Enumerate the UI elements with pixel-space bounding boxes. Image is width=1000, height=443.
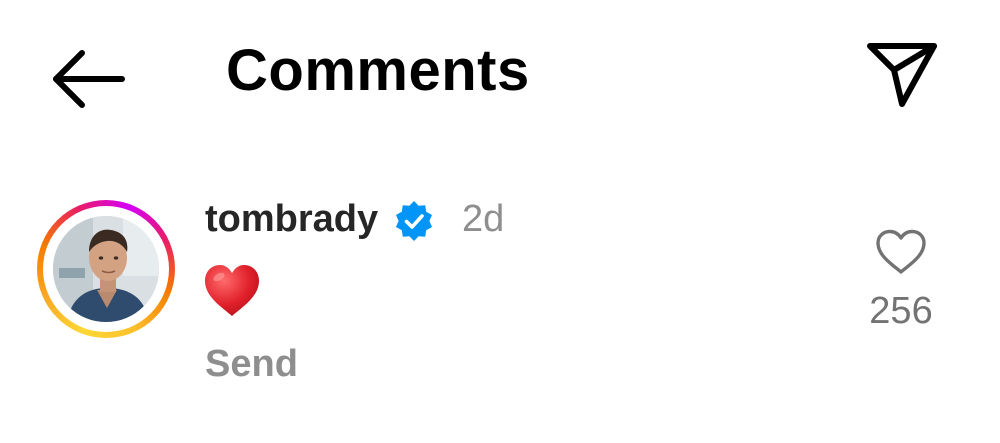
profile-photo-illustration <box>53 216 159 322</box>
header: Comments <box>0 0 1000 150</box>
back-button[interactable] <box>48 44 128 114</box>
comment-timestamp: 2d <box>462 198 505 240</box>
avatar-ring-gap <box>43 206 169 332</box>
page-title: Comments <box>226 38 530 103</box>
avatar-photo <box>53 216 159 322</box>
avatar[interactable] <box>37 200 175 338</box>
comments-screen: Comments tombrady 2d Send 256 <box>0 0 1000 443</box>
reply-button[interactable]: Send <box>205 341 298 387</box>
like-count: 256 <box>869 290 933 332</box>
verified-badge-icon <box>393 200 435 242</box>
share-button[interactable] <box>862 40 942 110</box>
like-button[interactable] <box>874 228 928 276</box>
heart-outline-icon <box>876 229 926 274</box>
arrow-left-icon <box>53 50 125 108</box>
comment-item: tombrady 2d Send 256 <box>0 190 1000 410</box>
paper-plane-icon <box>867 43 937 107</box>
red-heart-emoji <box>203 264 261 318</box>
comment-username[interactable]: tombrady <box>205 196 378 242</box>
